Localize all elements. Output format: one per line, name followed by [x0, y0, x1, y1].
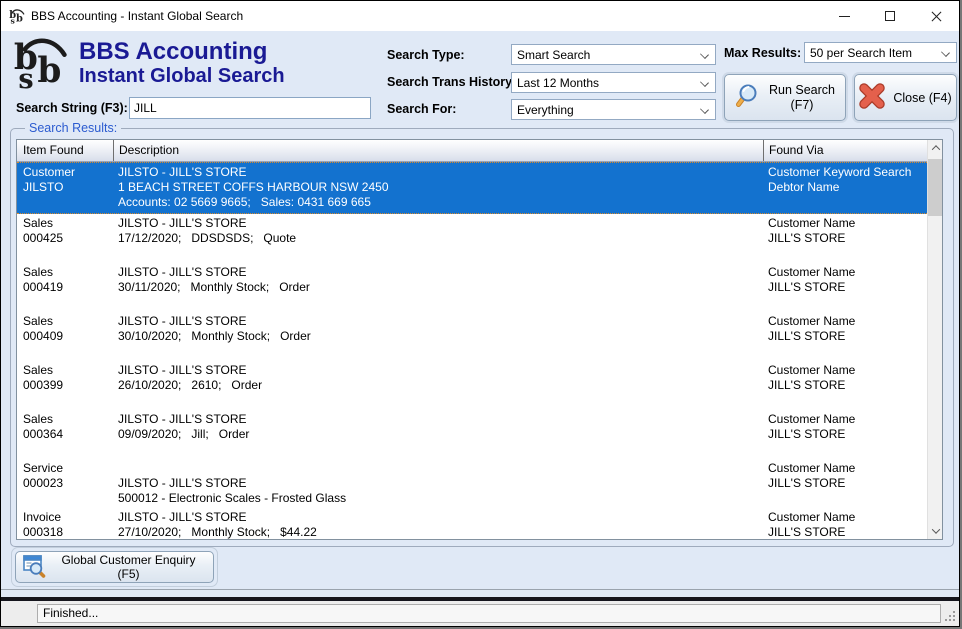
minimize-button[interactable] — [821, 1, 867, 31]
description-cell: JILSTO - JILL'S STORE30/11/2020; Monthly… — [113, 265, 763, 312]
window-title: BBS Accounting - Instant Global Search — [31, 1, 243, 31]
table-row[interactable]: Sales000399JILSTO - JILL'S STORE26/10/20… — [17, 361, 927, 410]
results-list: Item Found Description Found Via Custome… — [16, 139, 943, 540]
scroll-down-button[interactable] — [928, 523, 943, 539]
found-via-cell: Customer NameJILL'S STORE — [763, 461, 927, 508]
window-magnifier-icon — [22, 553, 48, 582]
max-results-label: Max Results: — [724, 46, 801, 60]
app-subtitle: Instant Global Search — [79, 65, 285, 88]
close-f4-button[interactable]: Close (F4) — [854, 74, 957, 121]
resize-grip-icon[interactable] — [953, 619, 955, 621]
found-via-cell: Customer NameJILL'S STORE — [763, 216, 927, 263]
item-found-cell: Sales000399 — [17, 363, 113, 410]
found-via-cell: Customer NameJILL'S STORE — [763, 363, 927, 410]
svg-text:s: s — [11, 16, 16, 24]
chevron-down-icon — [700, 50, 709, 59]
results-rows: CustomerJILSTOJILSTO - JILL'S STORE1 BEA… — [17, 162, 927, 539]
column-header-description[interactable]: Description — [113, 140, 763, 161]
svg-text:b: b — [16, 14, 23, 24]
scrollbar-thumb[interactable] — [928, 159, 943, 216]
bbs-logo: b b s — [13, 34, 69, 93]
search-for-select[interactable]: Everything — [511, 99, 716, 120]
column-header-found-via[interactable]: Found Via — [763, 140, 927, 161]
maximize-button[interactable] — [867, 1, 913, 31]
close-label: Close (F4) — [893, 91, 951, 105]
found-via-cell: Customer NameJILL'S STORE — [763, 265, 927, 312]
results-header-row: Item Found Description Found Via — [17, 140, 927, 162]
app-logo-icon: b b s — [9, 8, 25, 27]
run-search-button[interactable]: Run Search (F7) — [724, 74, 846, 121]
search-type-label: Search Type: — [387, 48, 465, 62]
table-row[interactable]: CustomerJILSTOJILSTO - JILL'S STORE1 BEA… — [17, 162, 927, 214]
description-cell: JILSTO - JILL'S STORE30/10/2020; Monthly… — [113, 314, 763, 361]
search-results-legend: Search Results: — [25, 121, 121, 135]
app-window: b b s BBS Accounting - Instant Global Se… — [0, 0, 960, 627]
description-cell: JILSTO - JILL'S STORE09/09/2020; Jill; O… — [113, 412, 763, 459]
run-search-label-line2: (F7) — [769, 98, 835, 113]
app-title: BBS Accounting — [79, 38, 267, 66]
search-results-group: Search Results: Item Found Description F… — [10, 128, 954, 547]
trans-history-label: Search Trans History: — [387, 75, 516, 89]
svg-text:s: s — [18, 64, 33, 90]
chevron-down-icon — [700, 78, 709, 87]
max-results-select[interactable]: 50 per Search Item — [804, 42, 957, 63]
maximize-icon — [885, 11, 895, 21]
minimize-icon — [839, 16, 850, 17]
close-window-button[interactable] — [913, 1, 959, 31]
item-found-cell: Invoice000318 — [17, 510, 113, 539]
enquiry-label-line2: (F5) — [48, 567, 209, 581]
item-found-cell: Sales000425 — [17, 216, 113, 263]
status-bar: Finished... — [1, 601, 959, 626]
search-type-value: Smart Search — [517, 48, 590, 62]
search-type-select[interactable]: Smart Search — [511, 44, 716, 65]
status-message: Finished... — [37, 604, 941, 623]
table-row[interactable]: Invoice000318JILSTO - JILL'S STORE27/10/… — [17, 508, 927, 539]
vertical-scrollbar[interactable] — [927, 140, 942, 539]
item-found-cell: Sales000409 — [17, 314, 113, 361]
chevron-up-icon — [931, 145, 939, 153]
clipped-background-sliver — [1, 626, 959, 627]
form-bottom-edge — [1, 589, 959, 590]
chevron-down-icon — [931, 525, 939, 533]
description-cell: JILSTO - JILL'S STORE27/10/2020; Monthly… — [113, 510, 763, 539]
trans-history-value: Last 12 Months — [517, 76, 599, 90]
found-via-cell: Customer NameJILL'S STORE — [763, 314, 927, 361]
global-customer-enquiry-button[interactable]: Global Customer Enquiry (F5) — [15, 551, 214, 583]
table-row[interactable]: Sales000419JILSTO - JILL'S STORE30/11/20… — [17, 263, 927, 312]
max-results-value: 50 per Search Item — [810, 46, 912, 60]
search-for-value: Everything — [517, 103, 574, 117]
search-for-label: Search For: — [387, 102, 456, 116]
table-row[interactable]: Service000023JILSTO - JILL'S STORE500012… — [17, 459, 927, 508]
run-search-label-line1: Run Search — [769, 83, 835, 98]
close-icon — [930, 10, 943, 23]
item-found-cell: CustomerJILSTO — [17, 165, 113, 213]
table-row[interactable]: Sales000364JILSTO - JILL'S STORE09/09/20… — [17, 410, 927, 459]
description-cell: JILSTO - JILL'S STORE1 BEACH STREET COFF… — [113, 165, 763, 213]
search-string-label: Search String (F3): — [16, 101, 128, 115]
item-found-cell: Service000023 — [17, 461, 113, 508]
scroll-up-button[interactable] — [928, 140, 943, 156]
red-x-icon — [859, 83, 885, 112]
description-cell: JILSTO - JILL'S STORE26/10/2020; 2610; O… — [113, 363, 763, 410]
svg-text:b: b — [37, 51, 61, 90]
found-via-cell: Customer NameJILL'S STORE — [763, 412, 927, 459]
magnifier-icon — [735, 83, 761, 112]
item-found-cell: Sales000364 — [17, 412, 113, 459]
table-row[interactable]: Sales000409JILSTO - JILL'S STORE30/10/20… — [17, 312, 927, 361]
enquiry-button-frame: Global Customer Enquiry (F5) — [11, 547, 218, 587]
table-row[interactable]: Sales000425JILSTO - JILL'S STORE17/12/20… — [17, 214, 927, 263]
description-cell: JILSTO - JILL'S STORE500012 - Electronic… — [113, 461, 763, 508]
form-body: b b s BBS Accounting Instant Global Sear… — [1, 31, 959, 626]
trans-history-select[interactable]: Last 12 Months — [511, 72, 716, 93]
column-header-item-found[interactable]: Item Found — [17, 140, 113, 161]
found-via-cell: Customer NameJILL'S STORE — [763, 510, 927, 539]
found-via-cell: Customer Keyword SearchDebtor Name — [763, 165, 927, 213]
chevron-down-icon — [941, 48, 950, 57]
chevron-down-icon — [700, 105, 709, 114]
description-cell: JILSTO - JILL'S STORE17/12/2020; DDSDSDS… — [113, 216, 763, 263]
enquiry-label-line1: Global Customer Enquiry — [48, 553, 209, 567]
search-string-input[interactable] — [129, 97, 371, 119]
item-found-cell: Sales000419 — [17, 265, 113, 312]
title-bar: b b s BBS Accounting - Instant Global Se… — [1, 1, 959, 31]
